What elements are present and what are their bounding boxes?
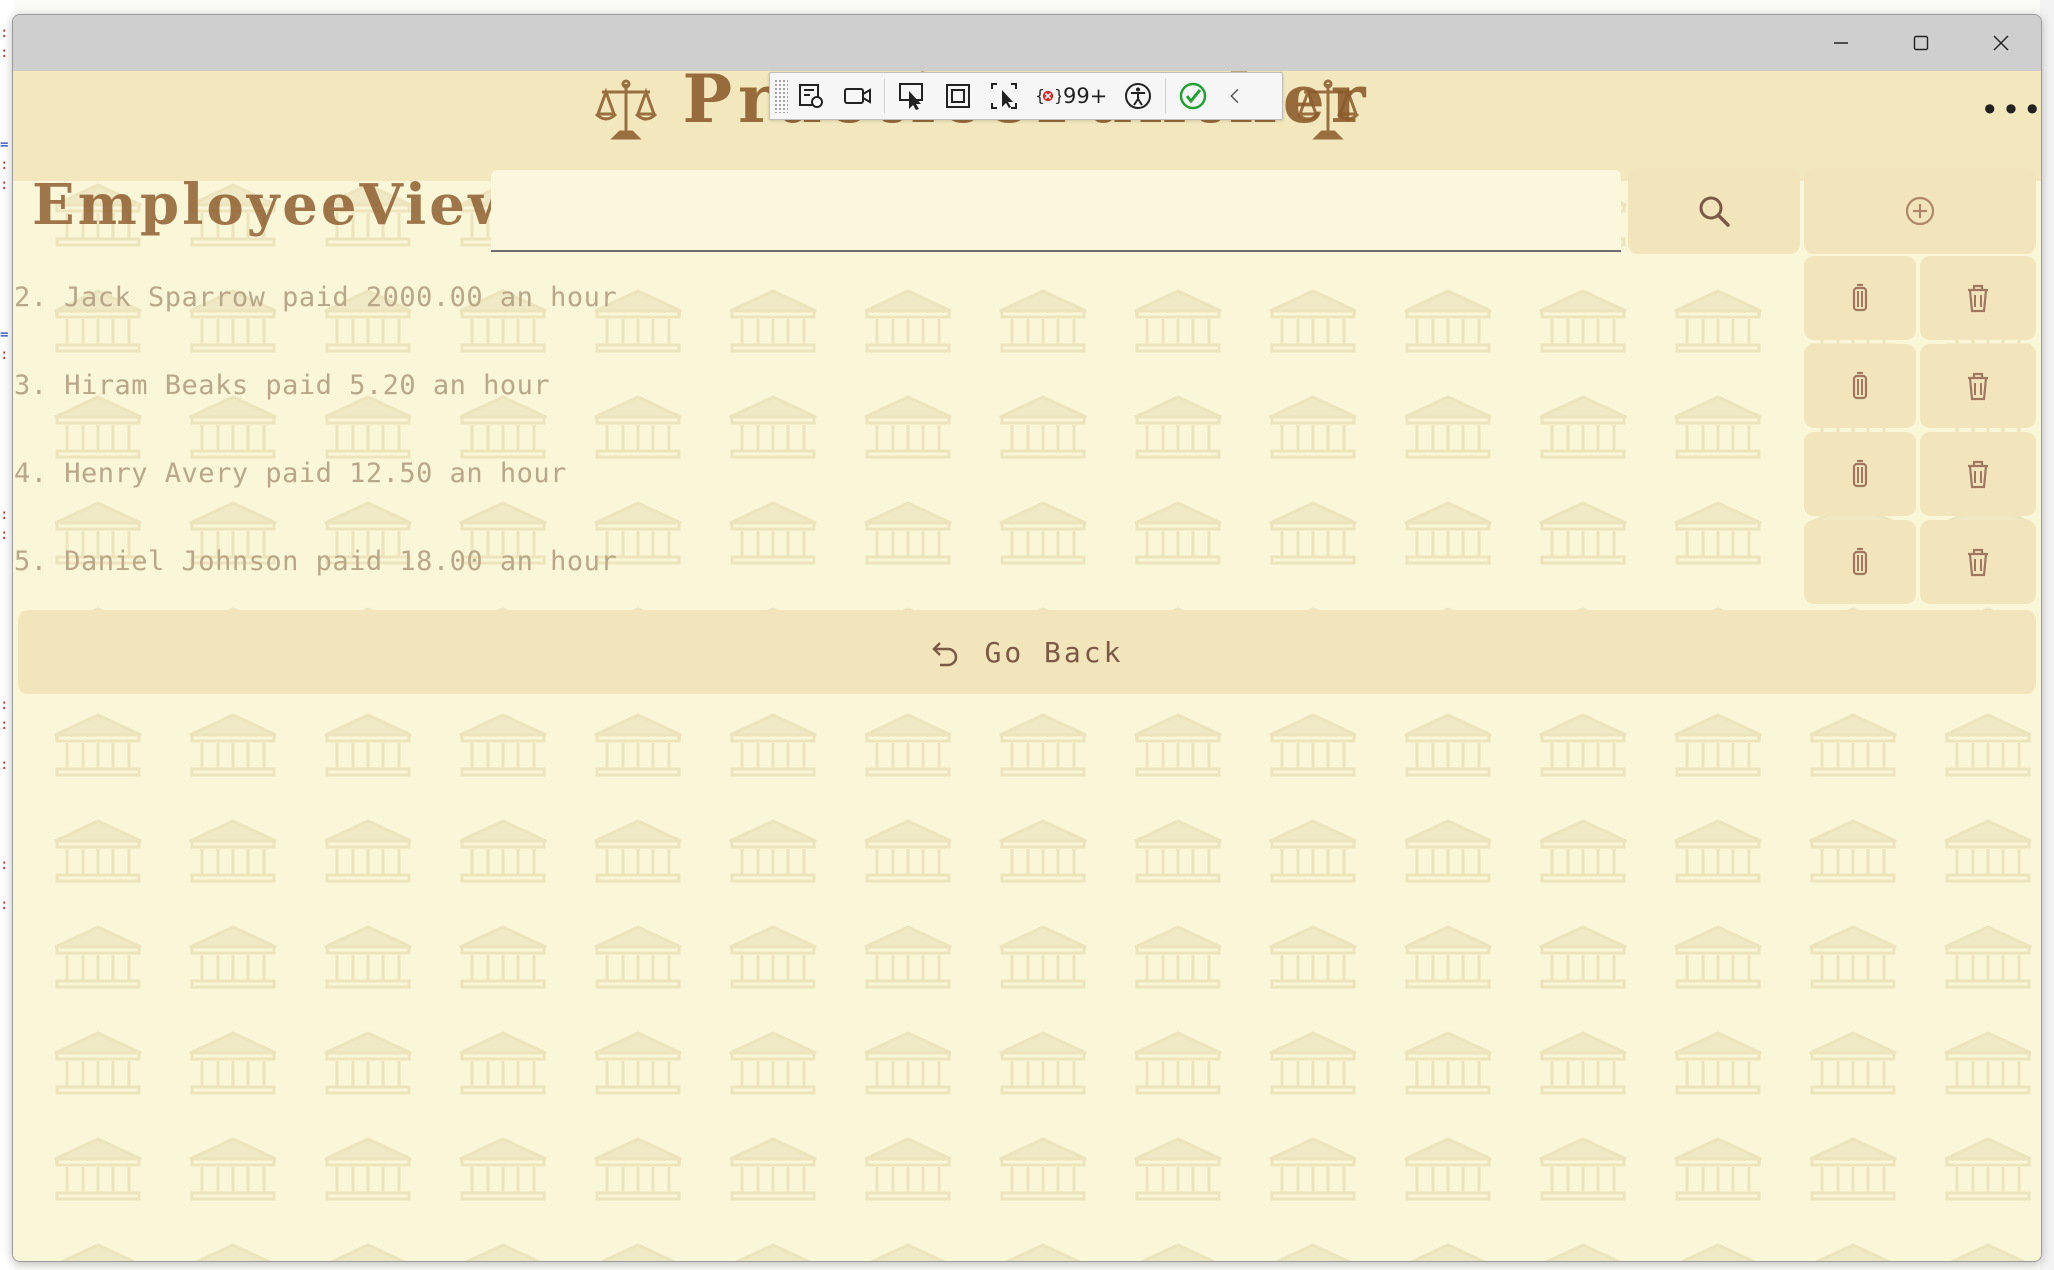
close-icon <box>1993 35 2009 51</box>
delete-employee-button[interactable] <box>1920 256 2036 340</box>
display-layout-adorners-button[interactable] <box>935 74 981 118</box>
employee-label: 4. Henry Avery paid 12.50 an hour <box>14 457 567 489</box>
undo-arrow-icon <box>932 642 958 667</box>
employee-label: 2. Jack Sparrow paid 2000.00 an hour <box>14 281 618 313</box>
lantern-icon <box>1852 371 1868 400</box>
list-item[interactable]: 2. Jack Sparrow paid 2000.00 an hour <box>14 254 1800 340</box>
trash-icon <box>1968 372 1988 401</box>
lantern-icon <box>1852 547 1868 576</box>
scales-of-justice-icon <box>1296 79 1360 140</box>
track-focused-element-button[interactable] <box>981 74 1027 118</box>
accessibility-icon <box>1125 83 1152 109</box>
add-circle-icon <box>1905 196 1935 226</box>
layout-adorner-icon <box>946 84 970 108</box>
go-back-button[interactable]: Go Back <box>18 610 2036 694</box>
live-visual-tree-button[interactable] <box>788 74 834 118</box>
edit-employee-button[interactable] <box>1804 256 1916 340</box>
list-item[interactable]: 3. Hiram Beaks paid 5.20 an hour <box>14 342 1800 428</box>
more-options-button[interactable]: ••• <box>1980 90 2042 130</box>
lantern-icon <box>1852 283 1868 312</box>
delete-employee-button[interactable] <box>1920 344 2036 428</box>
trash-icon <box>1968 284 1988 313</box>
add-employee-button[interactable] <box>1804 168 2036 254</box>
trash-icon <box>1968 548 1988 577</box>
employee-label: 5. Daniel Johnson paid 18.00 an hour <box>14 545 618 577</box>
go-back-label: Go Back <box>984 635 1124 669</box>
list-item[interactable]: 4. Henry Avery paid 12.50 an hour <box>14 430 1800 516</box>
select-element-button[interactable] <box>889 74 935 118</box>
list-item[interactable]: 5. Daniel Johnson paid 18.00 an hour <box>14 518 1800 604</box>
minimize-icon <box>1834 42 1848 44</box>
lantern-icon <box>1852 459 1868 488</box>
maximize-icon <box>1913 35 1929 51</box>
background-window-strip <box>2040 0 2054 1270</box>
collapse-toolbar-button[interactable] <box>1216 74 1254 118</box>
binding-failure-count: 99+ <box>1063 84 1108 108</box>
status-ok-button[interactable] <box>1170 74 1216 118</box>
video-camera-icon <box>844 88 871 104</box>
live-visual-tree-icon <box>799 84 823 108</box>
accessibility-checker-button[interactable] <box>1115 74 1161 118</box>
debug-toolbar: {} 99+ <box>769 72 1283 120</box>
track-focus-icon <box>991 83 1017 109</box>
record-button[interactable] <box>834 74 880 118</box>
toolbar-grip-handle[interactable] <box>774 79 788 113</box>
search-button[interactable] <box>1628 168 1800 254</box>
toolbar-separator <box>1165 79 1167 113</box>
page-title: EmployeeView <box>32 172 520 238</box>
select-element-icon <box>899 83 923 110</box>
edit-employee-button[interactable] <box>1804 344 1916 428</box>
binding-failures-button[interactable]: {} 99+ <box>1027 74 1115 118</box>
svg-text:}: } <box>1054 87 1061 105</box>
chevron-left-icon <box>1230 88 1239 104</box>
edit-employee-button[interactable] <box>1804 432 1916 516</box>
search-icon <box>1699 196 1730 227</box>
delete-employee-button[interactable] <box>1920 520 2036 604</box>
binding-error-icon: {} <box>1035 87 1061 105</box>
search-input[interactable] <box>491 170 1621 252</box>
toolbar-separator <box>884 79 885 113</box>
trash-icon <box>1968 460 1988 489</box>
employee-label: 3. Hiram Beaks paid 5.20 an hour <box>14 369 551 401</box>
delete-employee-button[interactable] <box>1920 432 2036 516</box>
edit-employee-button[interactable] <box>1804 520 1916 604</box>
checkmark-circle-icon <box>1180 82 1207 110</box>
